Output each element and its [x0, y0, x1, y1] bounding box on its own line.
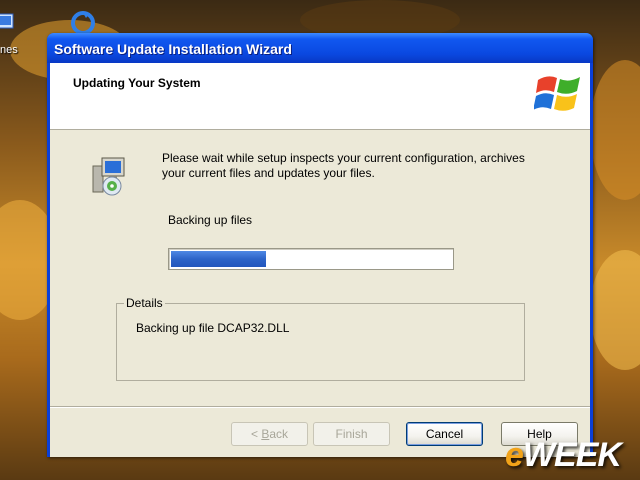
details-text: Backing up file DCAP32.DLL: [136, 321, 290, 335]
title-bar[interactable]: Software Update Installation Wizard: [47, 33, 593, 63]
cancel-button-label: Cancel: [425, 427, 464, 441]
button-separator: [50, 406, 590, 408]
back-button-prefix: <: [250, 427, 262, 441]
cancel-button[interactable]: Cancel: [406, 422, 483, 446]
desktop-shortcut-icon[interactable]: [0, 12, 16, 34]
desktop-icon-label[interactable]: nes: [0, 44, 18, 56]
window-title: Software Update Installation Wizard: [54, 41, 292, 57]
back-button-rest: ack: [269, 427, 289, 441]
autumn-foliage: [590, 250, 640, 370]
page-title: Updating Your System: [73, 76, 201, 90]
eweek-watermark-logo: eWEEK: [505, 436, 622, 475]
back-button[interactable]: < Back: [231, 422, 308, 446]
wizard-header: Updating Your System: [50, 63, 590, 130]
details-groupbox: Details Backing up file DCAP32.DLL: [116, 296, 525, 381]
wizard-client-area: Updating Your System Please wait while s…: [50, 63, 590, 457]
finish-button-label: Finish: [335, 427, 368, 441]
finish-button[interactable]: Finish: [313, 422, 390, 446]
status-text: Backing up files: [168, 213, 253, 227]
progress-bar-fill: [171, 251, 266, 267]
wizard-window: Software Update Installation Wizard Upda…: [47, 33, 593, 457]
watermark-rest: WEEK: [522, 436, 622, 474]
intro-text: Please wait while setup inspects your cu…: [162, 151, 525, 180]
details-legend: Details: [124, 296, 165, 310]
setup-computer-disc-icon: [92, 156, 128, 201]
watermark-e: e: [505, 436, 524, 474]
autumn-foliage: [590, 60, 640, 200]
progress-bar: [168, 248, 454, 270]
windows-xp-logo-icon: [533, 68, 584, 123]
